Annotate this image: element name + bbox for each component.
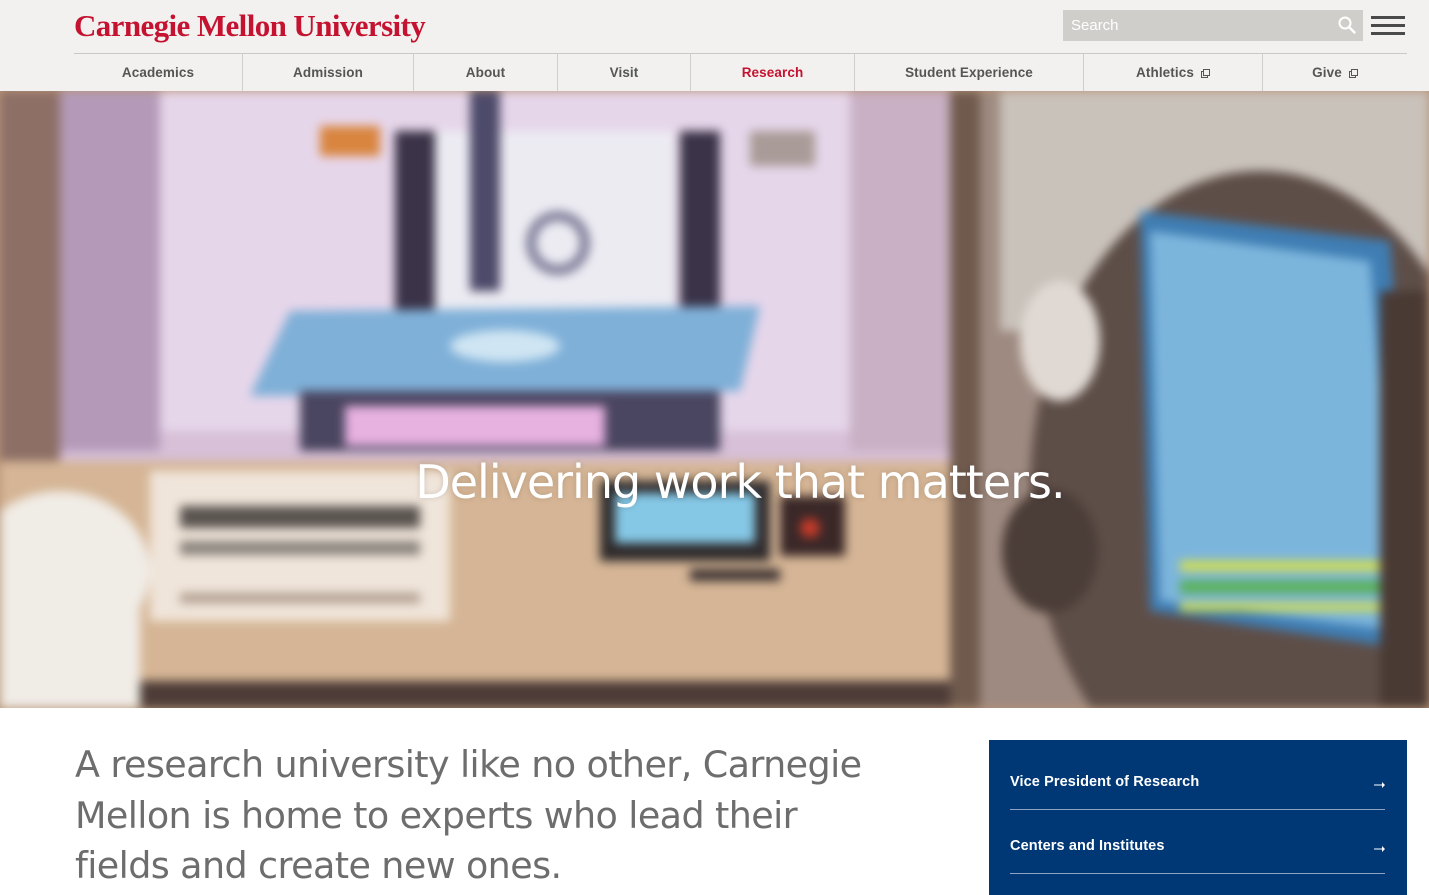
search-box	[1063, 10, 1363, 41]
nav-item-label: Give	[1312, 65, 1342, 80]
arrow-right-icon	[1374, 846, 1385, 852]
nav-item-label: Academics	[121, 65, 195, 80]
nav-item-label: Admission	[293, 65, 363, 80]
hero-image	[0, 91, 1429, 708]
nav-item-label: Visit	[609, 65, 639, 80]
nav-item-about[interactable]: About	[414, 54, 558, 91]
hamburger-menu-icon[interactable]	[1371, 16, 1405, 36]
sidebar-link-vice-president-of-research[interactable]: Vice President of Research	[1010, 746, 1385, 810]
external-link-icon	[1348, 69, 1358, 78]
nav-item-label: Athletics	[1136, 65, 1194, 80]
nav-item-visit[interactable]: Visit	[558, 54, 691, 91]
main-nav: Academics Admission About Visit Research…	[74, 53, 1407, 91]
nav-item-athletics[interactable]: Athletics	[1084, 54, 1263, 91]
nav-item-student-experience[interactable]: Student Experience	[855, 54, 1084, 91]
nav-item-label: Student Experience	[905, 65, 1033, 80]
nav-item-label: Research	[741, 65, 804, 80]
nav-item-academics[interactable]: Academics	[74, 54, 243, 91]
intro-paragraph: A research university like no other, Car…	[75, 743, 862, 887]
nav-item-label: About	[465, 65, 506, 80]
external-link-icon	[1200, 69, 1210, 78]
search-icon[interactable]	[1337, 15, 1357, 35]
arrow-right-icon	[1374, 782, 1385, 788]
hero-headline: Delivering work that matters.	[415, 455, 1065, 509]
search-input[interactable]	[1063, 10, 1333, 41]
research-links-panel: Vice President of Research Centers and I…	[989, 740, 1407, 895]
nav-item-research[interactable]: Research	[691, 54, 855, 91]
nav-item-give[interactable]: Give	[1263, 54, 1407, 91]
sidebar-link-label: Vice President of Research	[1010, 774, 1200, 790]
sidebar-link-centers-and-institutes[interactable]: Centers and Institutes	[1010, 810, 1385, 874]
hero-banner: Delivering work that matters.	[0, 91, 1429, 708]
nav-item-admission[interactable]: Admission	[243, 54, 414, 91]
sidebar-link-label: Centers and Institutes	[1010, 838, 1165, 854]
site-header: Carnegie Mellon University Academics Adm…	[0, 0, 1429, 91]
site-logo[interactable]: Carnegie Mellon University	[74, 8, 426, 44]
